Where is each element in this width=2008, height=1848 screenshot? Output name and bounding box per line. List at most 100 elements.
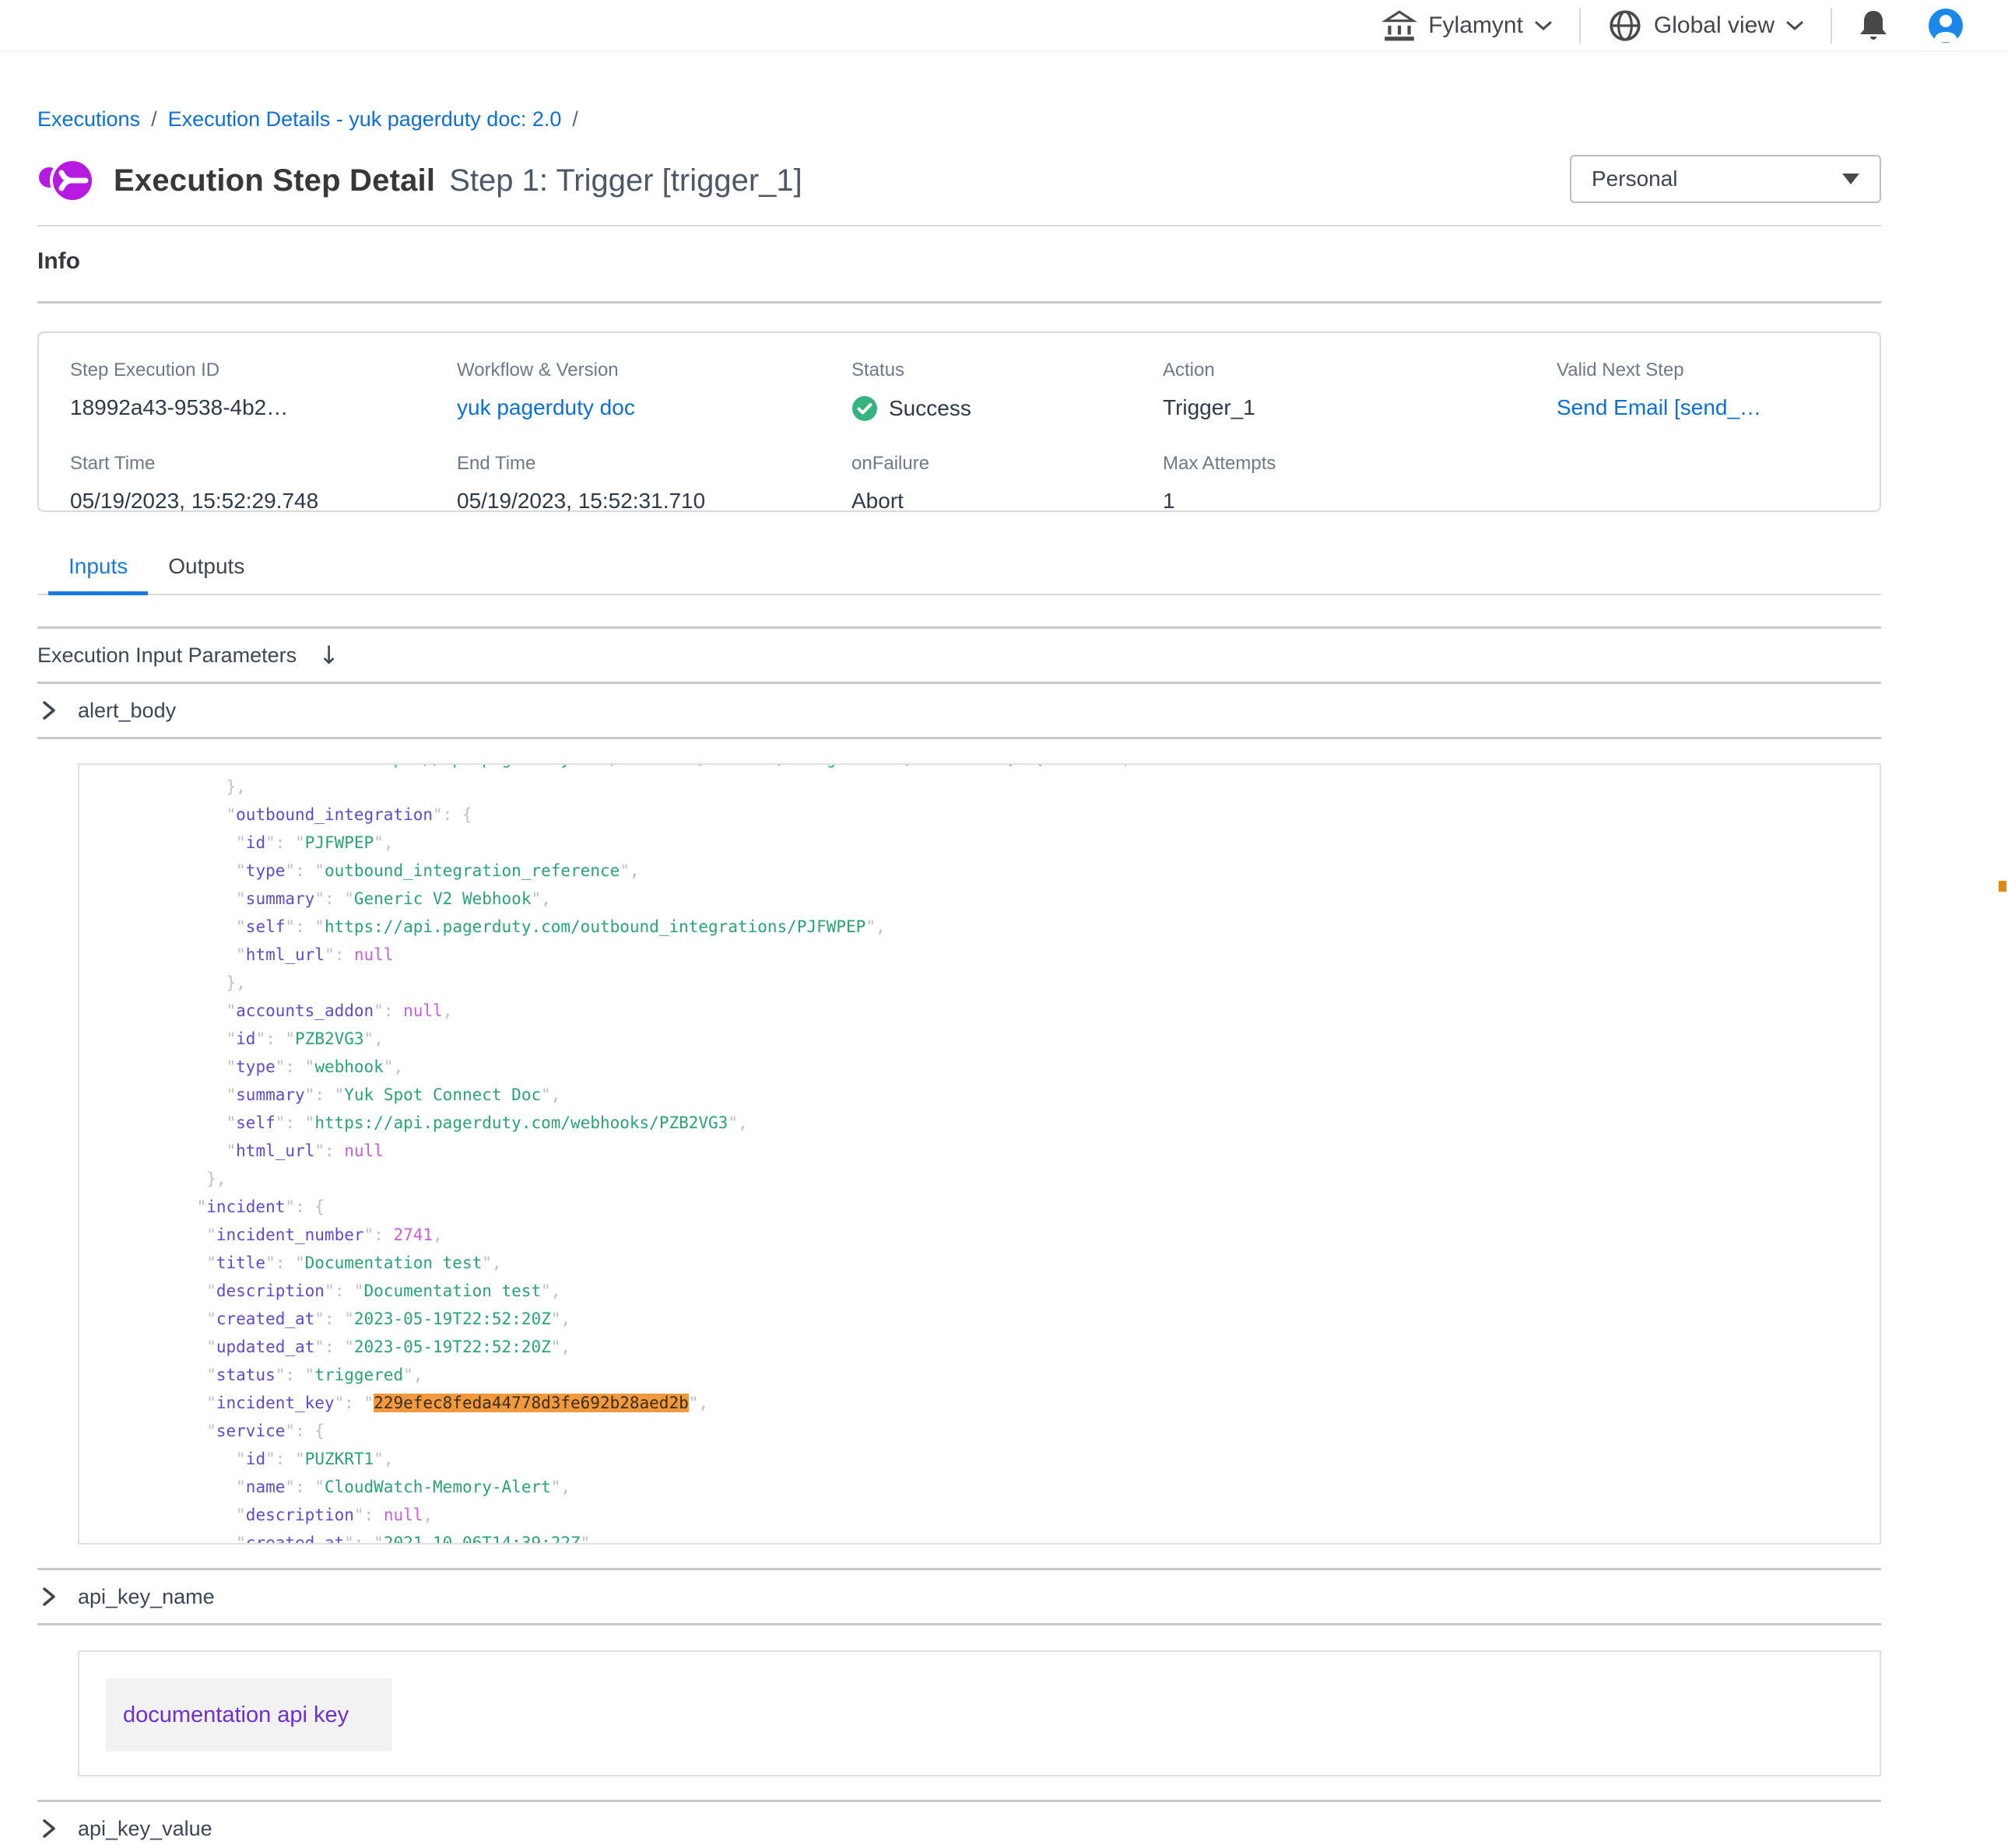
field-label: Max Attempts (1163, 453, 1557, 475)
code-line: "id": "PZB2VG3", (157, 1025, 1880, 1053)
code-line: "id": "PJFWPEP", (157, 829, 1880, 857)
status-badge: Success (889, 396, 971, 421)
api-key-name-chip: documentation api key (106, 1678, 392, 1752)
param-row-api-key-value[interactable]: api_key_value (37, 1802, 1881, 1848)
field-action: Action Trigger_1 (1163, 359, 1557, 422)
field-on-failure: onFailure Abort (851, 453, 1163, 514)
param-name: api_key_value (78, 1817, 212, 1841)
field-label: onFailure (851, 453, 1163, 475)
field-end-time: End Time 05/19/2023, 15:52:31.710 (457, 453, 851, 514)
info-heading: Info (37, 248, 1881, 275)
api-key-name-value-box: documentation api key (78, 1650, 1881, 1776)
code-line: "updated_at": "2023-05-19T22:52:20Z", (157, 1333, 1880, 1361)
chevron-right-icon (40, 1816, 58, 1841)
top-header-bar: Fylamynt Global view (0, 0, 2008, 51)
select-arrow-icon (1842, 174, 1859, 184)
field-label: Action (1163, 359, 1557, 381)
code-line: "name": "CloudWatch-Memory-Alert", (157, 1473, 1880, 1501)
divider (37, 301, 1881, 303)
org-switcher[interactable]: Fylamynt (1367, 8, 1567, 44)
chevron-right-icon (40, 698, 58, 723)
code-line: "type": "webhook", (157, 1053, 1880, 1081)
field-label: End Time (457, 453, 851, 475)
code-line: "html_url": null (157, 1137, 1880, 1165)
next-step-link[interactable]: Send Email [send_… (1557, 395, 1880, 420)
field-step-execution-id: Step Execution ID 18992a43-9538-4b2… (70, 359, 457, 422)
notifications-button[interactable] (1845, 8, 1902, 44)
param-row-alert-body[interactable]: alert_body (37, 684, 1881, 737)
field-value: 18992a43-9538-4b2… (70, 395, 457, 420)
divider (37, 737, 1881, 739)
field-value: 05/19/2023, 15:52:29.748 (70, 489, 457, 514)
code-line: "created_at": "2023-05-19T22:52:20Z", (157, 1305, 1880, 1333)
code-line: "self": "https://api.pagerduty.com/webho… (157, 1109, 1880, 1137)
code-line: "summary": "Yuk Spot Connect Doc", (157, 1081, 1880, 1109)
code-line: "created_at": "2021-10-06T14:39:22Z", (157, 1529, 1880, 1545)
code-line: "status": "triggered", (157, 1361, 1880, 1389)
code-line: "description": "Documentation test", (157, 1277, 1880, 1305)
page-title: Execution Step Detail (114, 163, 435, 198)
field-start-time: Start Time 05/19/2023, 15:52:29.748 (70, 453, 457, 514)
code-line: }, (157, 969, 1880, 997)
breadcrumb-executions[interactable]: Executions (37, 107, 140, 131)
tab-inputs[interactable]: Inputs (48, 545, 148, 595)
field-value: 1 (1163, 489, 1557, 514)
field-label: Workflow & Version (457, 359, 851, 381)
success-check-icon (851, 395, 878, 422)
code-line: }, (157, 1165, 1880, 1193)
code-line: "title": "Documentation test", (157, 1249, 1880, 1277)
org-name: Fylamynt (1428, 12, 1523, 39)
code-line: "incident_number": 2741, (157, 1221, 1880, 1249)
param-name: api_key_name (78, 1585, 215, 1609)
field-value: Abort (851, 489, 1163, 514)
scope-select[interactable]: Personal (1570, 155, 1881, 203)
avatar-icon (1927, 7, 1964, 44)
field-value: Trigger_1 (1163, 395, 1557, 420)
code-line: "description": null, (157, 1501, 1880, 1529)
tab-outputs[interactable]: Outputs (148, 545, 265, 595)
param-row-api-key-name[interactable]: api_key_name (37, 1570, 1881, 1623)
field-valid-next-step: Valid Next Step Send Email [send_… (1557, 359, 1880, 422)
field-label: Valid Next Step (1557, 359, 1880, 381)
code-line: "type": "outbound_integration_reference"… (157, 857, 1880, 885)
execution-input-parameters-header: Execution Input Parameters ↓ (37, 629, 1881, 682)
code-line: }, (157, 773, 1880, 801)
field-label: Step Execution ID (70, 359, 457, 381)
field-workflow-version: Workflow & Version yuk pagerduty doc (457, 359, 851, 422)
scope-select-value: Personal (1592, 167, 1678, 191)
field-value: 05/19/2023, 15:52:31.710 (457, 489, 851, 514)
breadcrumb: Executions / Execution Details - yuk pag… (37, 107, 1881, 131)
chevron-down-icon (1534, 19, 1553, 32)
field-label: Status (851, 359, 1163, 381)
code-line: "html_url": null (157, 941, 1880, 969)
workflow-link[interactable]: yuk pagerduty doc (457, 395, 851, 420)
field-status: Status Success (851, 359, 1163, 422)
code-line: "accounts_addon": null, (157, 997, 1880, 1025)
execution-input-parameters-label: Execution Input Parameters (37, 643, 297, 668)
field-empty (1557, 453, 1880, 514)
download-arrow-icon[interactable]: ↓ (318, 640, 339, 670)
chevron-right-icon (40, 1584, 58, 1609)
scrollbar-search-marker (1999, 881, 2006, 892)
param-name: alert_body (78, 699, 176, 723)
code-line: "incident_key": "229efec8feda44778d3fe69… (157, 1389, 1880, 1417)
code-block: "self": "https://api.pagerduty.com/servi… (79, 763, 1880, 1545)
code-line: "self": "https://api.pagerduty.com/servi… (157, 763, 1880, 773)
divider (37, 225, 1881, 226)
globe-icon (1607, 8, 1643, 44)
bank-icon (1381, 8, 1417, 44)
chevron-down-icon (1785, 19, 1804, 32)
header-divider (1831, 8, 1832, 44)
page-title-row: Execution Step Detail Step 1: Trigger [t… (37, 152, 1881, 209)
code-line: "service": { (157, 1417, 1880, 1445)
code-line: "self": "https://api.pagerduty.com/outbo… (157, 913, 1880, 941)
bell-icon (1857, 8, 1890, 44)
view-switcher[interactable]: Global view (1593, 8, 1818, 44)
trigger-step-icon (37, 156, 97, 205)
user-menu-button[interactable] (1915, 7, 1977, 44)
info-card: Step Execution ID 18992a43-9538-4b2… Wor… (37, 331, 1881, 512)
breadcrumb-execution-details[interactable]: Execution Details - yuk pagerduty doc: 2… (168, 107, 562, 131)
field-label: Start Time (70, 453, 457, 475)
code-line: "summary": "Generic V2 Webhook", (157, 885, 1880, 913)
alert-body-json-viewer[interactable]: "self": "https://api.pagerduty.com/servi… (78, 763, 1881, 1545)
